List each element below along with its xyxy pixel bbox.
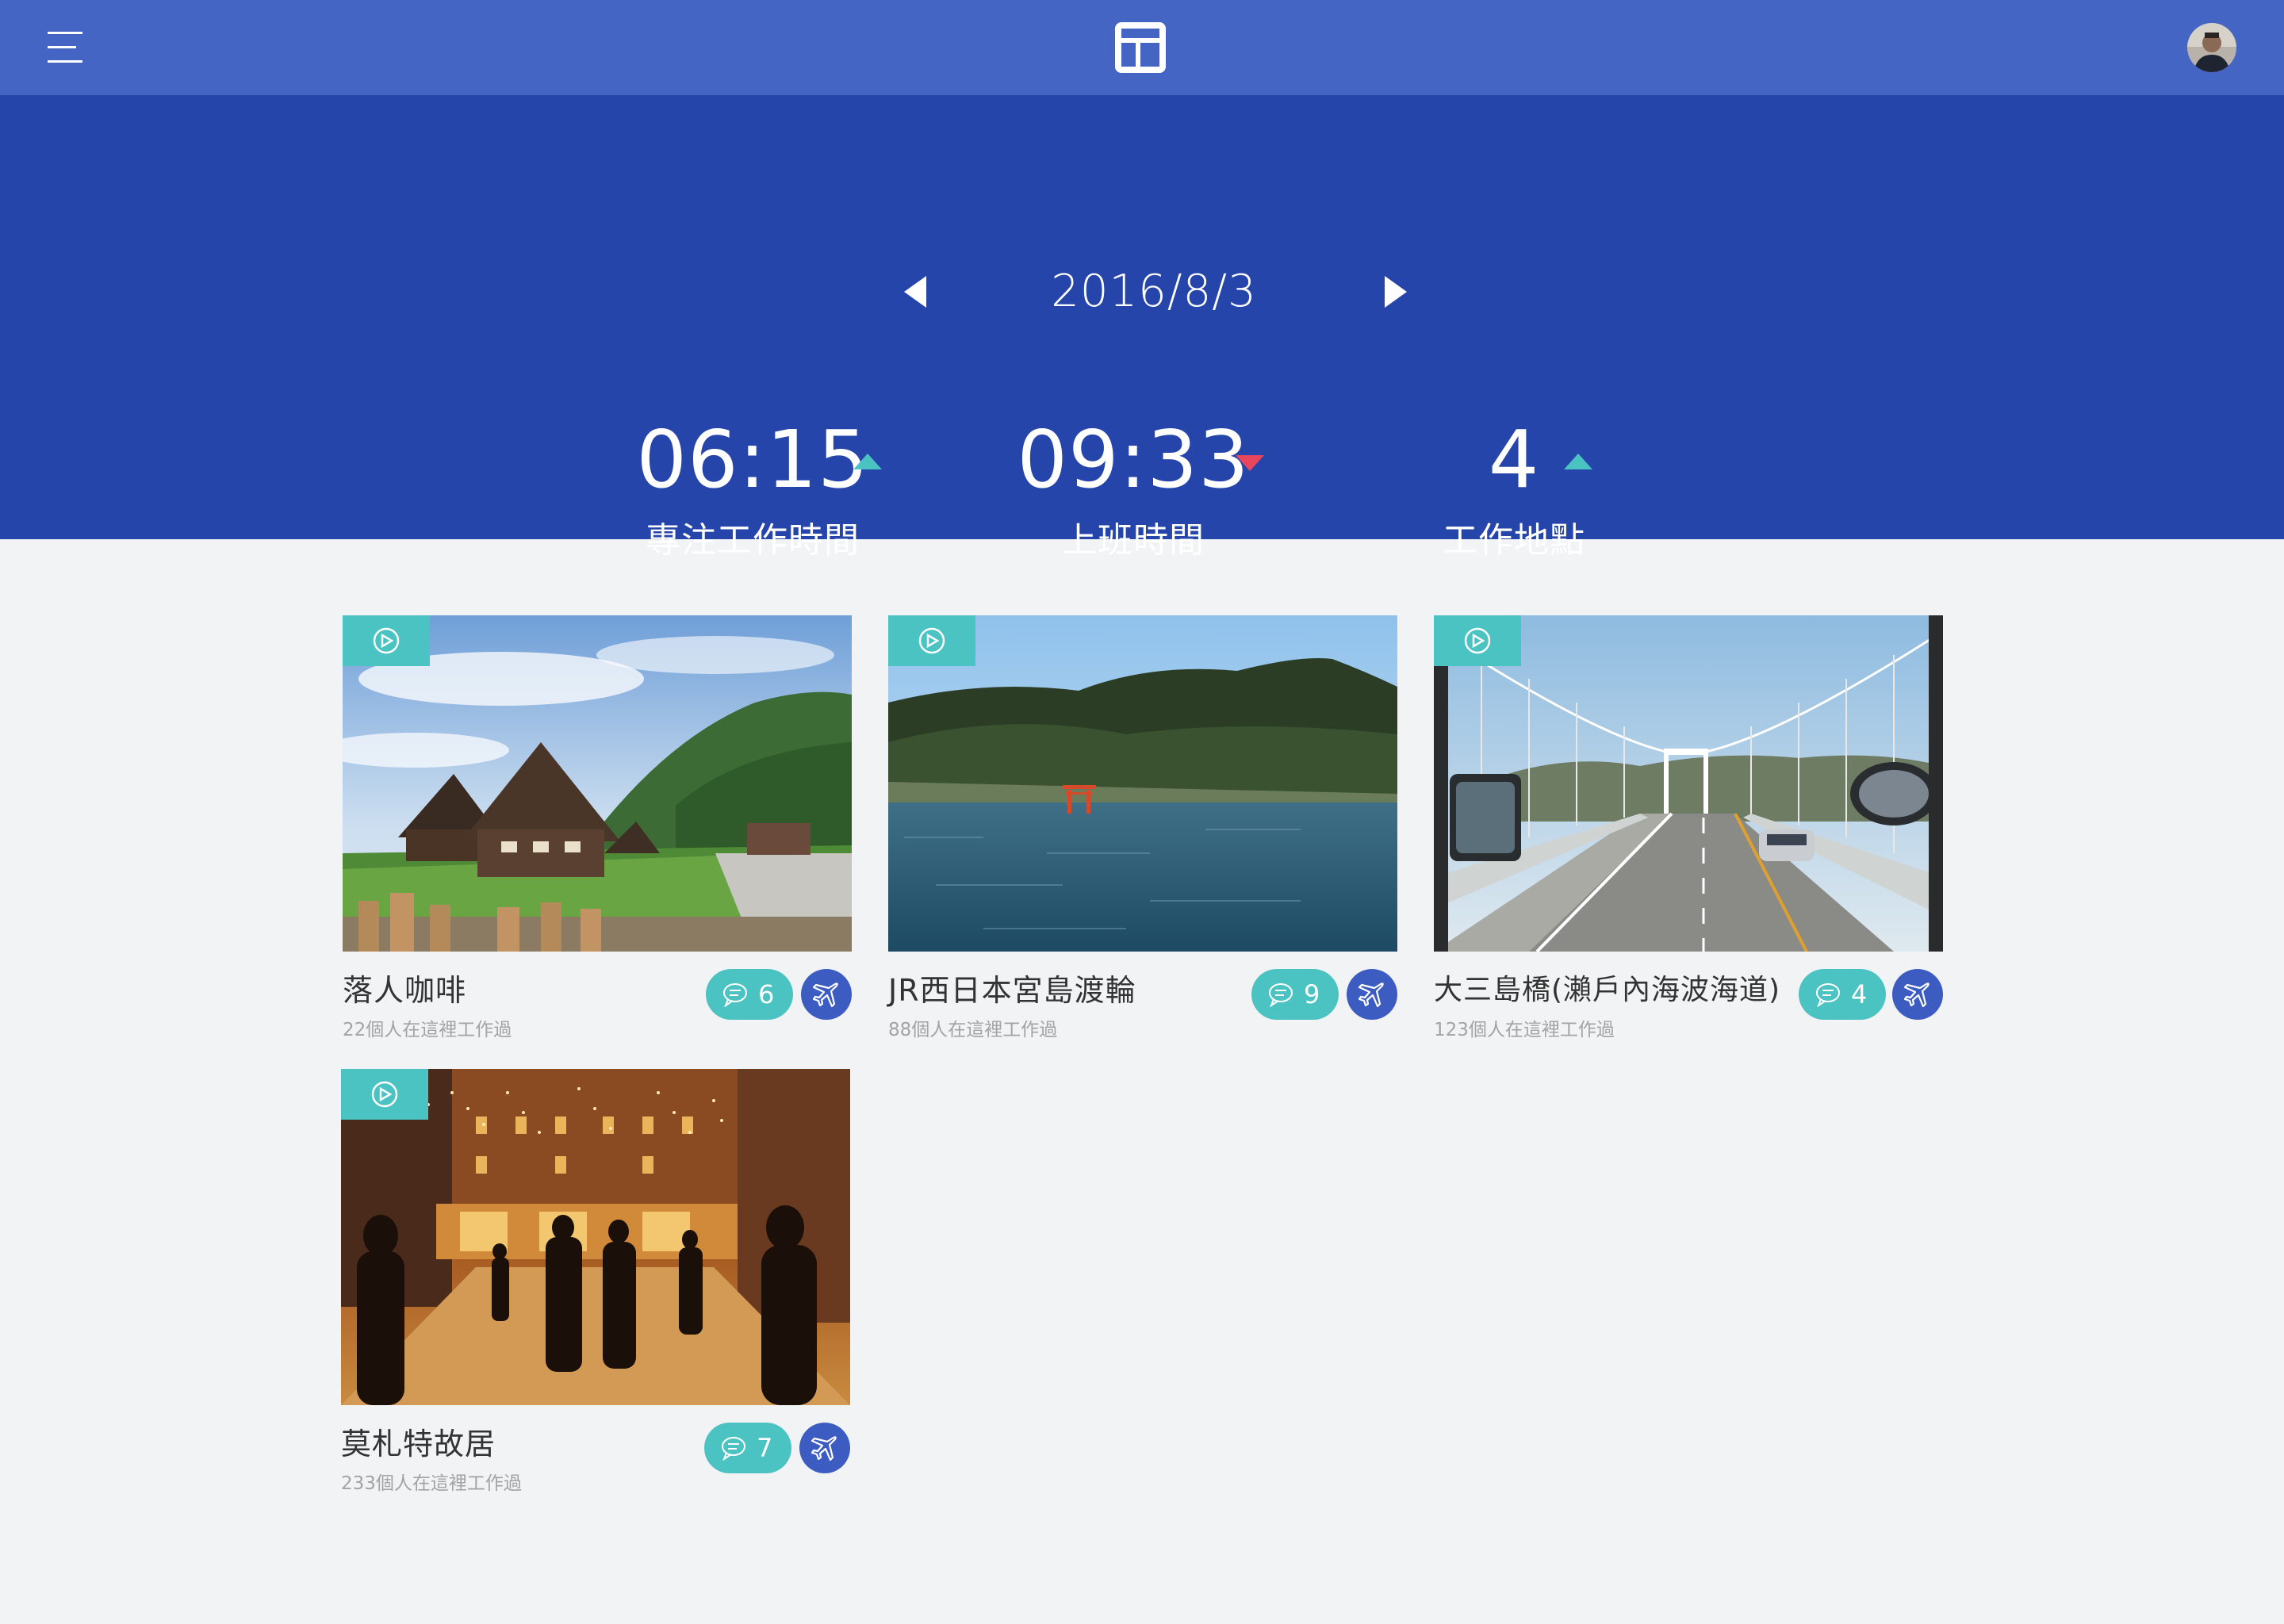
comment-bubble-icon: [1269, 983, 1293, 1007]
place-card: JR西日本宮島渡輪 88個人在這裡工作過 9: [888, 615, 1397, 1059]
comment-bubble-icon: [1816, 983, 1840, 1007]
place-card: 落人咖啡 22個人在這裡工作過 6: [343, 615, 852, 1059]
airplane-icon: [812, 982, 838, 1008]
play-video-button[interactable]: [341, 1069, 428, 1120]
place-photo[interactable]: [341, 1069, 850, 1405]
stat-label: 工作地點: [1443, 520, 1585, 561]
stat-value: 4: [1488, 413, 1540, 506]
hamburger-menu-icon[interactable]: [46, 30, 86, 65]
place-title[interactable]: 大三島橋(瀨戶內海波海道): [1434, 969, 1780, 1012]
place-worker-count: 123個人在這裡工作過: [1434, 1020, 1615, 1040]
airplane-icon: [1358, 982, 1384, 1008]
comment-bubble-icon: [722, 1437, 745, 1461]
comment-count: 6: [758, 979, 775, 1009]
comments-button[interactable]: 6: [706, 969, 793, 1020]
place-title[interactable]: JR西日本宮島渡輪: [888, 969, 1136, 1012]
place-photo[interactable]: [343, 615, 852, 952]
airplane-icon: [811, 1436, 837, 1461]
place-worker-count: 22個人在這裡工作過: [343, 1020, 512, 1040]
place-card: 莫札特故居 233個人在這裡工作過 7: [341, 1069, 850, 1513]
stat-value: 06:15: [636, 413, 869, 506]
play-video-button[interactable]: [888, 615, 975, 666]
comment-bubble-icon: [723, 983, 747, 1007]
stat-focus-time: 06:15 專注工作時間: [566, 412, 939, 561]
comment-count: 4: [1851, 979, 1868, 1009]
place-worker-count: 233個人在這裡工作過: [341, 1473, 522, 1494]
place-title[interactable]: 落人咖啡: [343, 969, 466, 1012]
play-video-button[interactable]: [1434, 615, 1521, 666]
fly-to-place-button[interactable]: [1892, 969, 1943, 1020]
fly-to-place-button[interactable]: [799, 1423, 850, 1473]
triangle-left-icon[interactable]: [898, 274, 929, 309]
user-avatar[interactable]: [2187, 23, 2236, 72]
stat-work-locations: 4 工作地點: [1328, 412, 1700, 561]
trend-up-icon: [852, 452, 883, 471]
place-worker-count: 88個人在這裡工作過: [888, 1020, 1058, 1040]
stat-label: 專注工作時間: [646, 520, 860, 561]
airplane-icon: [1903, 982, 1930, 1008]
trend-down-icon: [1234, 454, 1266, 473]
comment-count: 7: [757, 1433, 773, 1463]
stat-value: 09:33: [1017, 413, 1250, 506]
hero-summary: 2016/8/3 06:15 專注工作時間 09:33 上班時間 4 工作地點: [0, 95, 2284, 561]
current-date: 2016/8/3: [1051, 266, 1257, 317]
top-bar: [0, 0, 2284, 95]
comments-button[interactable]: 4: [1799, 969, 1886, 1020]
place-title[interactable]: 莫札特故居: [341, 1423, 496, 1465]
comments-button[interactable]: 9: [1251, 969, 1339, 1020]
play-video-button[interactable]: [343, 615, 430, 666]
trend-up-icon: [1562, 452, 1594, 471]
stat-work-hours: 09:33 上班時間: [947, 412, 1320, 561]
comments-button[interactable]: 7: [704, 1423, 791, 1473]
grid-logo-icon[interactable]: [1115, 22, 1166, 73]
triangle-right-icon[interactable]: [1382, 274, 1413, 309]
stat-label: 上班時間: [1062, 520, 1205, 561]
fly-to-place-button[interactable]: [801, 969, 852, 1020]
place-photo[interactable]: [888, 615, 1397, 952]
place-card: 大三島橋(瀨戶內海波海道) 123個人在這裡工作過 4: [1434, 615, 1943, 1059]
fly-to-place-button[interactable]: [1347, 969, 1397, 1020]
place-photo[interactable]: [1434, 615, 1943, 952]
comment-count: 9: [1304, 979, 1320, 1009]
